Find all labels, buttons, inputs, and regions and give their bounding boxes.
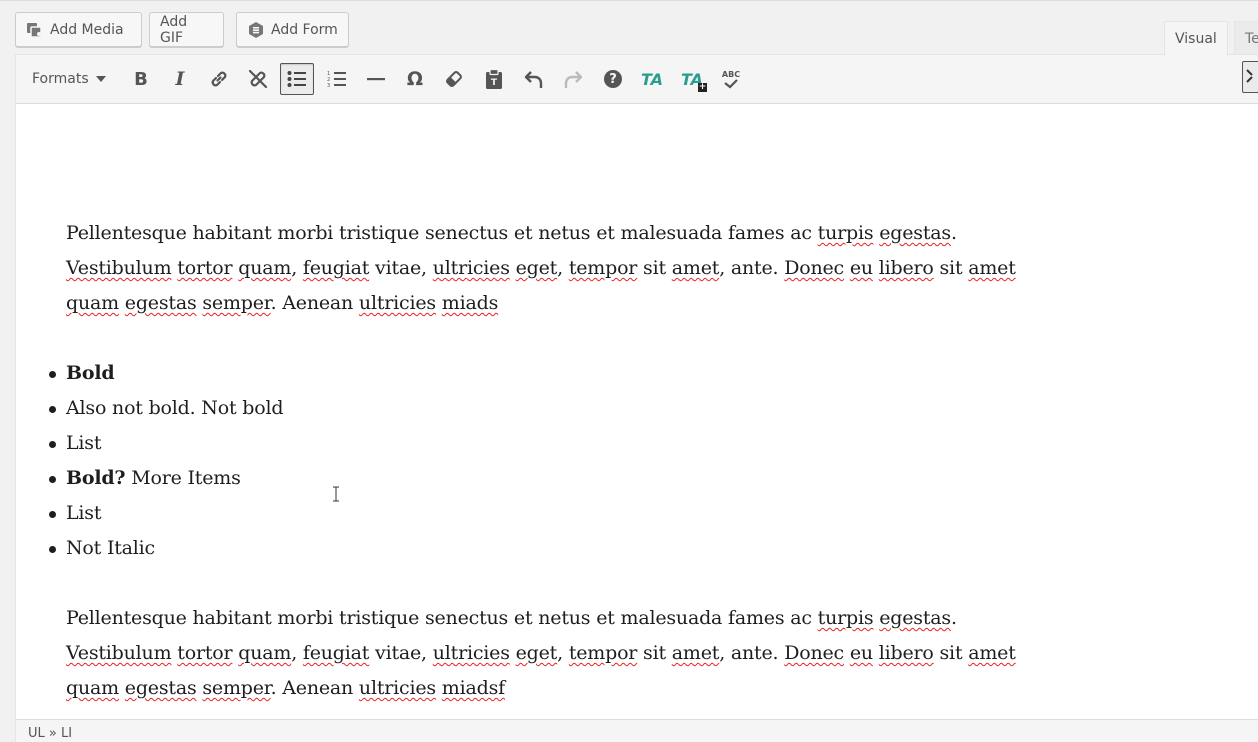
bulleted-list-icon <box>287 70 307 88</box>
tablepress-add-button[interactable]: TA + <box>675 63 709 95</box>
paragraph: Pellentesque habitant morbi tristique se… <box>66 601 1086 706</box>
spellcheck-button[interactable]: ABC <box>714 63 748 95</box>
list-item: Not Italic <box>48 531 283 566</box>
italic-icon: I <box>175 68 185 90</box>
tablepress-icon: TA <box>640 69 664 89</box>
paragraph-line: Pellentesque habitant morbi tristique se… <box>66 222 957 244</box>
element-path[interactable]: UL » LI <box>28 726 72 741</box>
tab-text[interactable]: Te <box>1234 21 1258 55</box>
clipboard-icon: T <box>484 68 504 90</box>
svg-text:3: 3 <box>327 83 330 88</box>
add-form-label: Add Form <box>271 21 338 38</box>
add-gif-button[interactable]: Add GIF <box>149 12 224 47</box>
caret-down-icon <box>95 76 106 82</box>
bold-button[interactable]: B <box>124 63 158 95</box>
undo-icon <box>523 68 545 90</box>
link-icon <box>208 68 230 90</box>
list-item: Bold <box>48 356 283 391</box>
editor: Formats B I 123 Ω T ? TA TA + ABC Pellen… <box>15 54 1258 742</box>
help-icon: ? <box>604 70 622 88</box>
help-button[interactable]: ? <box>596 63 630 95</box>
plus-badge-icon: + <box>698 81 708 92</box>
paragraph-line: Pellentesque habitant morbi tristique se… <box>66 607 957 629</box>
redo-button[interactable] <box>556 63 590 95</box>
editor-content[interactable]: Pellentesque habitant morbi tristique se… <box>16 105 1258 719</box>
fullscreen-button[interactable] <box>1242 61 1258 93</box>
unlink-button[interactable] <box>241 63 275 95</box>
paragraph-line: quam egestas semper. Aenean ultricies mi… <box>66 292 499 314</box>
paragraph-line: Vestibulum tortor quam, feugiat vitae, u… <box>66 642 1016 664</box>
horizontal-line-button[interactable] <box>359 63 393 95</box>
bulleted-list-button[interactable] <box>280 63 314 95</box>
horizontal-line-icon <box>367 77 385 81</box>
eraser-icon <box>444 69 464 89</box>
paste-as-text-button[interactable]: T <box>477 63 511 95</box>
redo-icon <box>562 68 584 90</box>
svg-text:T: T <box>491 78 498 88</box>
add-media-label: Add Media <box>50 21 124 38</box>
omega-icon: Ω <box>406 68 424 90</box>
list-item: List <box>48 496 283 531</box>
add-gif-label: Add GIF <box>160 13 188 46</box>
bulleted-list: Bold Also not bold. Not bold List Bold? … <box>48 356 283 566</box>
text-cursor-icon <box>332 485 340 502</box>
tablepress-button[interactable]: TA <box>635 63 669 95</box>
numbered-list-icon: 123 <box>327 70 347 88</box>
formats-label: Formats <box>32 71 89 87</box>
clear-formatting-button[interactable] <box>437 63 471 95</box>
italic-button[interactable]: I <box>163 63 197 95</box>
formats-dropdown[interactable]: Formats <box>24 63 114 95</box>
fullscreen-icon <box>1246 68 1258 87</box>
media-icon <box>26 21 44 39</box>
media-buttons-row: Add Media Add GIF Add Form Visual Te <box>0 0 1258 56</box>
form-icon <box>247 21 265 39</box>
add-form-button[interactable]: Add Form <box>236 12 349 47</box>
bold-icon: B <box>134 68 148 90</box>
paragraph-line: Vestibulum tortor quam, feugiat vitae, u… <box>66 257 1016 279</box>
list-item: Bold? More Items <box>48 461 283 496</box>
element-path-statusbar: UL » LI <box>16 719 1258 742</box>
special-character-button[interactable]: Ω <box>398 63 432 95</box>
spellcheck-icon: ABC <box>722 70 740 89</box>
undo-button[interactable] <box>517 63 551 95</box>
link-button[interactable] <box>202 63 236 95</box>
paragraph: Pellentesque habitant morbi tristique se… <box>66 216 1086 321</box>
editor-toolbar: Formats B I 123 Ω T ? TA TA + ABC <box>16 55 1258 104</box>
paragraph-line: quam egestas semper. Aenean ultricies mi… <box>66 677 505 699</box>
tab-visual[interactable]: Visual <box>1164 21 1228 56</box>
list-item: List <box>48 426 283 461</box>
numbered-list-button[interactable]: 123 <box>320 63 354 95</box>
tablepress-add-icon: TA + <box>680 69 708 92</box>
add-media-button[interactable]: Add Media <box>15 12 142 47</box>
list-item: Also not bold. Not bold <box>48 391 283 426</box>
unlink-icon <box>247 68 269 90</box>
